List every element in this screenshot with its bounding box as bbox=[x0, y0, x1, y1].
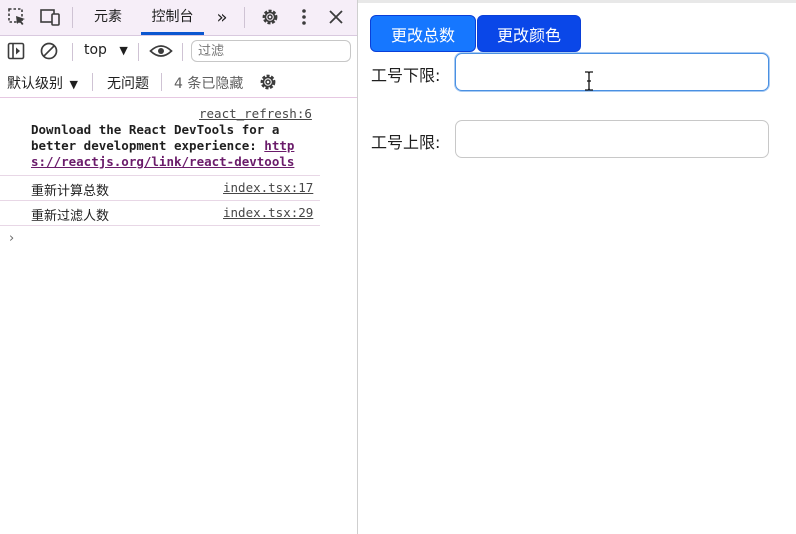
dropdown-caret-icon: ▼ bbox=[69, 78, 78, 91]
text-cursor-icon bbox=[585, 71, 593, 91]
inspect-element-icon[interactable] bbox=[6, 6, 28, 28]
react-devtools-link[interactable]: http bbox=[264, 138, 294, 153]
close-devtools-icon[interactable] bbox=[325, 6, 347, 28]
change-total-button[interactable]: 更改总数 bbox=[370, 15, 476, 52]
toolbar-divider-2 bbox=[138, 43, 139, 61]
employee-id-max-input[interactable] bbox=[455, 120, 769, 158]
console-row-divider bbox=[0, 200, 320, 201]
console-source-link[interactable]: react_refresh:6 bbox=[199, 106, 312, 121]
devtools-panel: 元素 控制台 » top ▼ 过滤 默认级别 ▼ 无问题 4 条已隐藏 reac… bbox=[0, 0, 358, 534]
log-levels-label: 默认级别 bbox=[7, 76, 63, 92]
console-message-line: better development experience: http bbox=[31, 138, 318, 154]
console-message-line: s://reactjs.org/link/react-devtools bbox=[31, 154, 318, 170]
sidebar-toggle-icon[interactable] bbox=[5, 40, 27, 62]
log-levels-dropdown[interactable]: 默认级别 ▼ bbox=[7, 73, 78, 93]
console-source-link[interactable]: index.tsx:17 bbox=[223, 180, 313, 195]
console-row-divider bbox=[0, 175, 320, 176]
tab-elements[interactable]: 元素 bbox=[84, 0, 132, 35]
console-message-text: better development experience: bbox=[31, 138, 265, 153]
levels-divider-2 bbox=[161, 73, 162, 91]
clear-console-icon[interactable] bbox=[38, 40, 60, 62]
react-devtools-link-cont[interactable]: s://reactjs.org/link/react-devtools bbox=[31, 154, 294, 169]
employee-id-max-label: 工号上限: bbox=[371, 133, 441, 152]
console-message-devtools-hint: Download the React DevTools for a better… bbox=[31, 122, 318, 170]
change-color-button[interactable]: 更改颜色 bbox=[477, 15, 581, 52]
tab-console[interactable]: 控制台 bbox=[141, 0, 204, 35]
employee-id-min-input[interactable] bbox=[455, 53, 769, 91]
active-tab-indicator bbox=[141, 32, 204, 35]
more-tabs-button[interactable]: » bbox=[210, 0, 234, 35]
devtools-tabbar: 元素 控制台 » bbox=[0, 0, 357, 36]
tabbar-divider-2 bbox=[244, 7, 245, 28]
console-source-link[interactable]: index.tsx:29 bbox=[223, 205, 313, 220]
hidden-count-label: 4 条已隐藏 bbox=[174, 76, 244, 92]
console-filter-input[interactable] bbox=[191, 40, 351, 62]
levels-divider bbox=[92, 73, 93, 91]
context-selector-value: top bbox=[84, 42, 107, 58]
console-row-divider bbox=[0, 225, 320, 226]
more-options-icon[interactable] bbox=[293, 6, 315, 28]
dropdown-caret-icon: ▼ bbox=[119, 44, 128, 57]
console-prompt-chevron-icon[interactable]: › bbox=[9, 231, 14, 246]
console-message-line: Download the React DevTools for a bbox=[31, 122, 280, 137]
toolbar-divider bbox=[72, 43, 73, 61]
tabbar-divider bbox=[72, 7, 73, 28]
employee-id-min-label: 工号下限: bbox=[371, 66, 441, 85]
toolbar-divider-3 bbox=[182, 43, 183, 61]
device-toolbar-icon[interactable] bbox=[39, 6, 61, 28]
console-levels-bar: 默认级别 ▼ 无问题 4 条已隐藏 bbox=[0, 67, 357, 98]
issues-button[interactable]: 无问题 bbox=[107, 73, 149, 93]
console-settings-gear-icon[interactable] bbox=[257, 71, 279, 93]
live-expression-eye-icon[interactable] bbox=[148, 40, 174, 62]
context-selector[interactable]: top ▼ bbox=[84, 42, 128, 58]
settings-gear-icon[interactable] bbox=[259, 6, 281, 28]
